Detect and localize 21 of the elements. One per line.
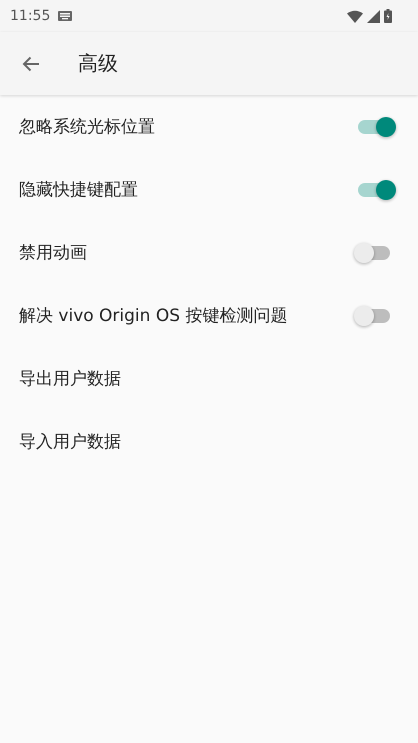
settings-item[interactable]: 隐藏快捷键配置 xyxy=(0,158,418,221)
settings-item[interactable]: 禁用动画 xyxy=(0,221,418,284)
settings-item[interactable]: 忽略系统光标位置 xyxy=(0,95,418,158)
setting-label: 解决 vivo Origin OS 按键检测问题 xyxy=(19,305,288,327)
setting-label: 导入用户数据 xyxy=(19,431,122,453)
setting-label: 隐藏快捷键配置 xyxy=(19,179,139,201)
settings-item[interactable]: 导出用户数据 xyxy=(0,347,418,410)
toggle-switch[interactable] xyxy=(356,304,392,328)
status-time: 11:55 xyxy=(10,8,50,24)
setting-label: 禁用动画 xyxy=(19,242,88,264)
settings-item[interactable]: 导入用户数据 xyxy=(0,410,418,473)
settings-item[interactable]: 解决 vivo Origin OS 按键检测问题 xyxy=(0,284,418,347)
signal-icon xyxy=(367,10,380,22)
wifi-icon xyxy=(347,10,363,22)
setting-label: 导出用户数据 xyxy=(19,368,122,390)
battery-icon xyxy=(384,9,392,23)
setting-label: 忽略系统光标位置 xyxy=(19,116,156,138)
screen-title: 高级 xyxy=(78,50,118,77)
keyboard-icon xyxy=(58,11,72,21)
back-arrow-icon xyxy=(22,56,40,72)
toggle-switch[interactable] xyxy=(356,240,392,264)
